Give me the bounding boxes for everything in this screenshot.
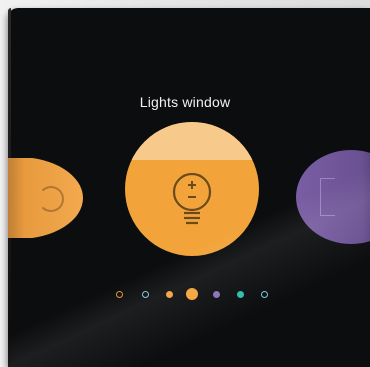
power-icon — [38, 186, 64, 212]
tile-previous[interactable] — [8, 158, 86, 238]
page-dot-1[interactable] — [115, 290, 123, 298]
screen-title: Lights window — [139, 94, 231, 110]
dimmer-bulb-icon — [172, 172, 212, 225]
window-icon — [320, 178, 335, 216]
page-dot-6[interactable] — [236, 290, 244, 298]
page-dot-4-active[interactable] — [186, 288, 198, 300]
page-indicator — [0, 284, 370, 304]
page-dot-2[interactable] — [141, 290, 149, 298]
tile-next[interactable] — [296, 150, 370, 244]
tile-current-highlight — [125, 122, 259, 160]
page-dot-7[interactable] — [260, 290, 268, 298]
page-dot-5[interactable] — [212, 290, 220, 298]
page-dot-3[interactable] — [165, 290, 173, 298]
